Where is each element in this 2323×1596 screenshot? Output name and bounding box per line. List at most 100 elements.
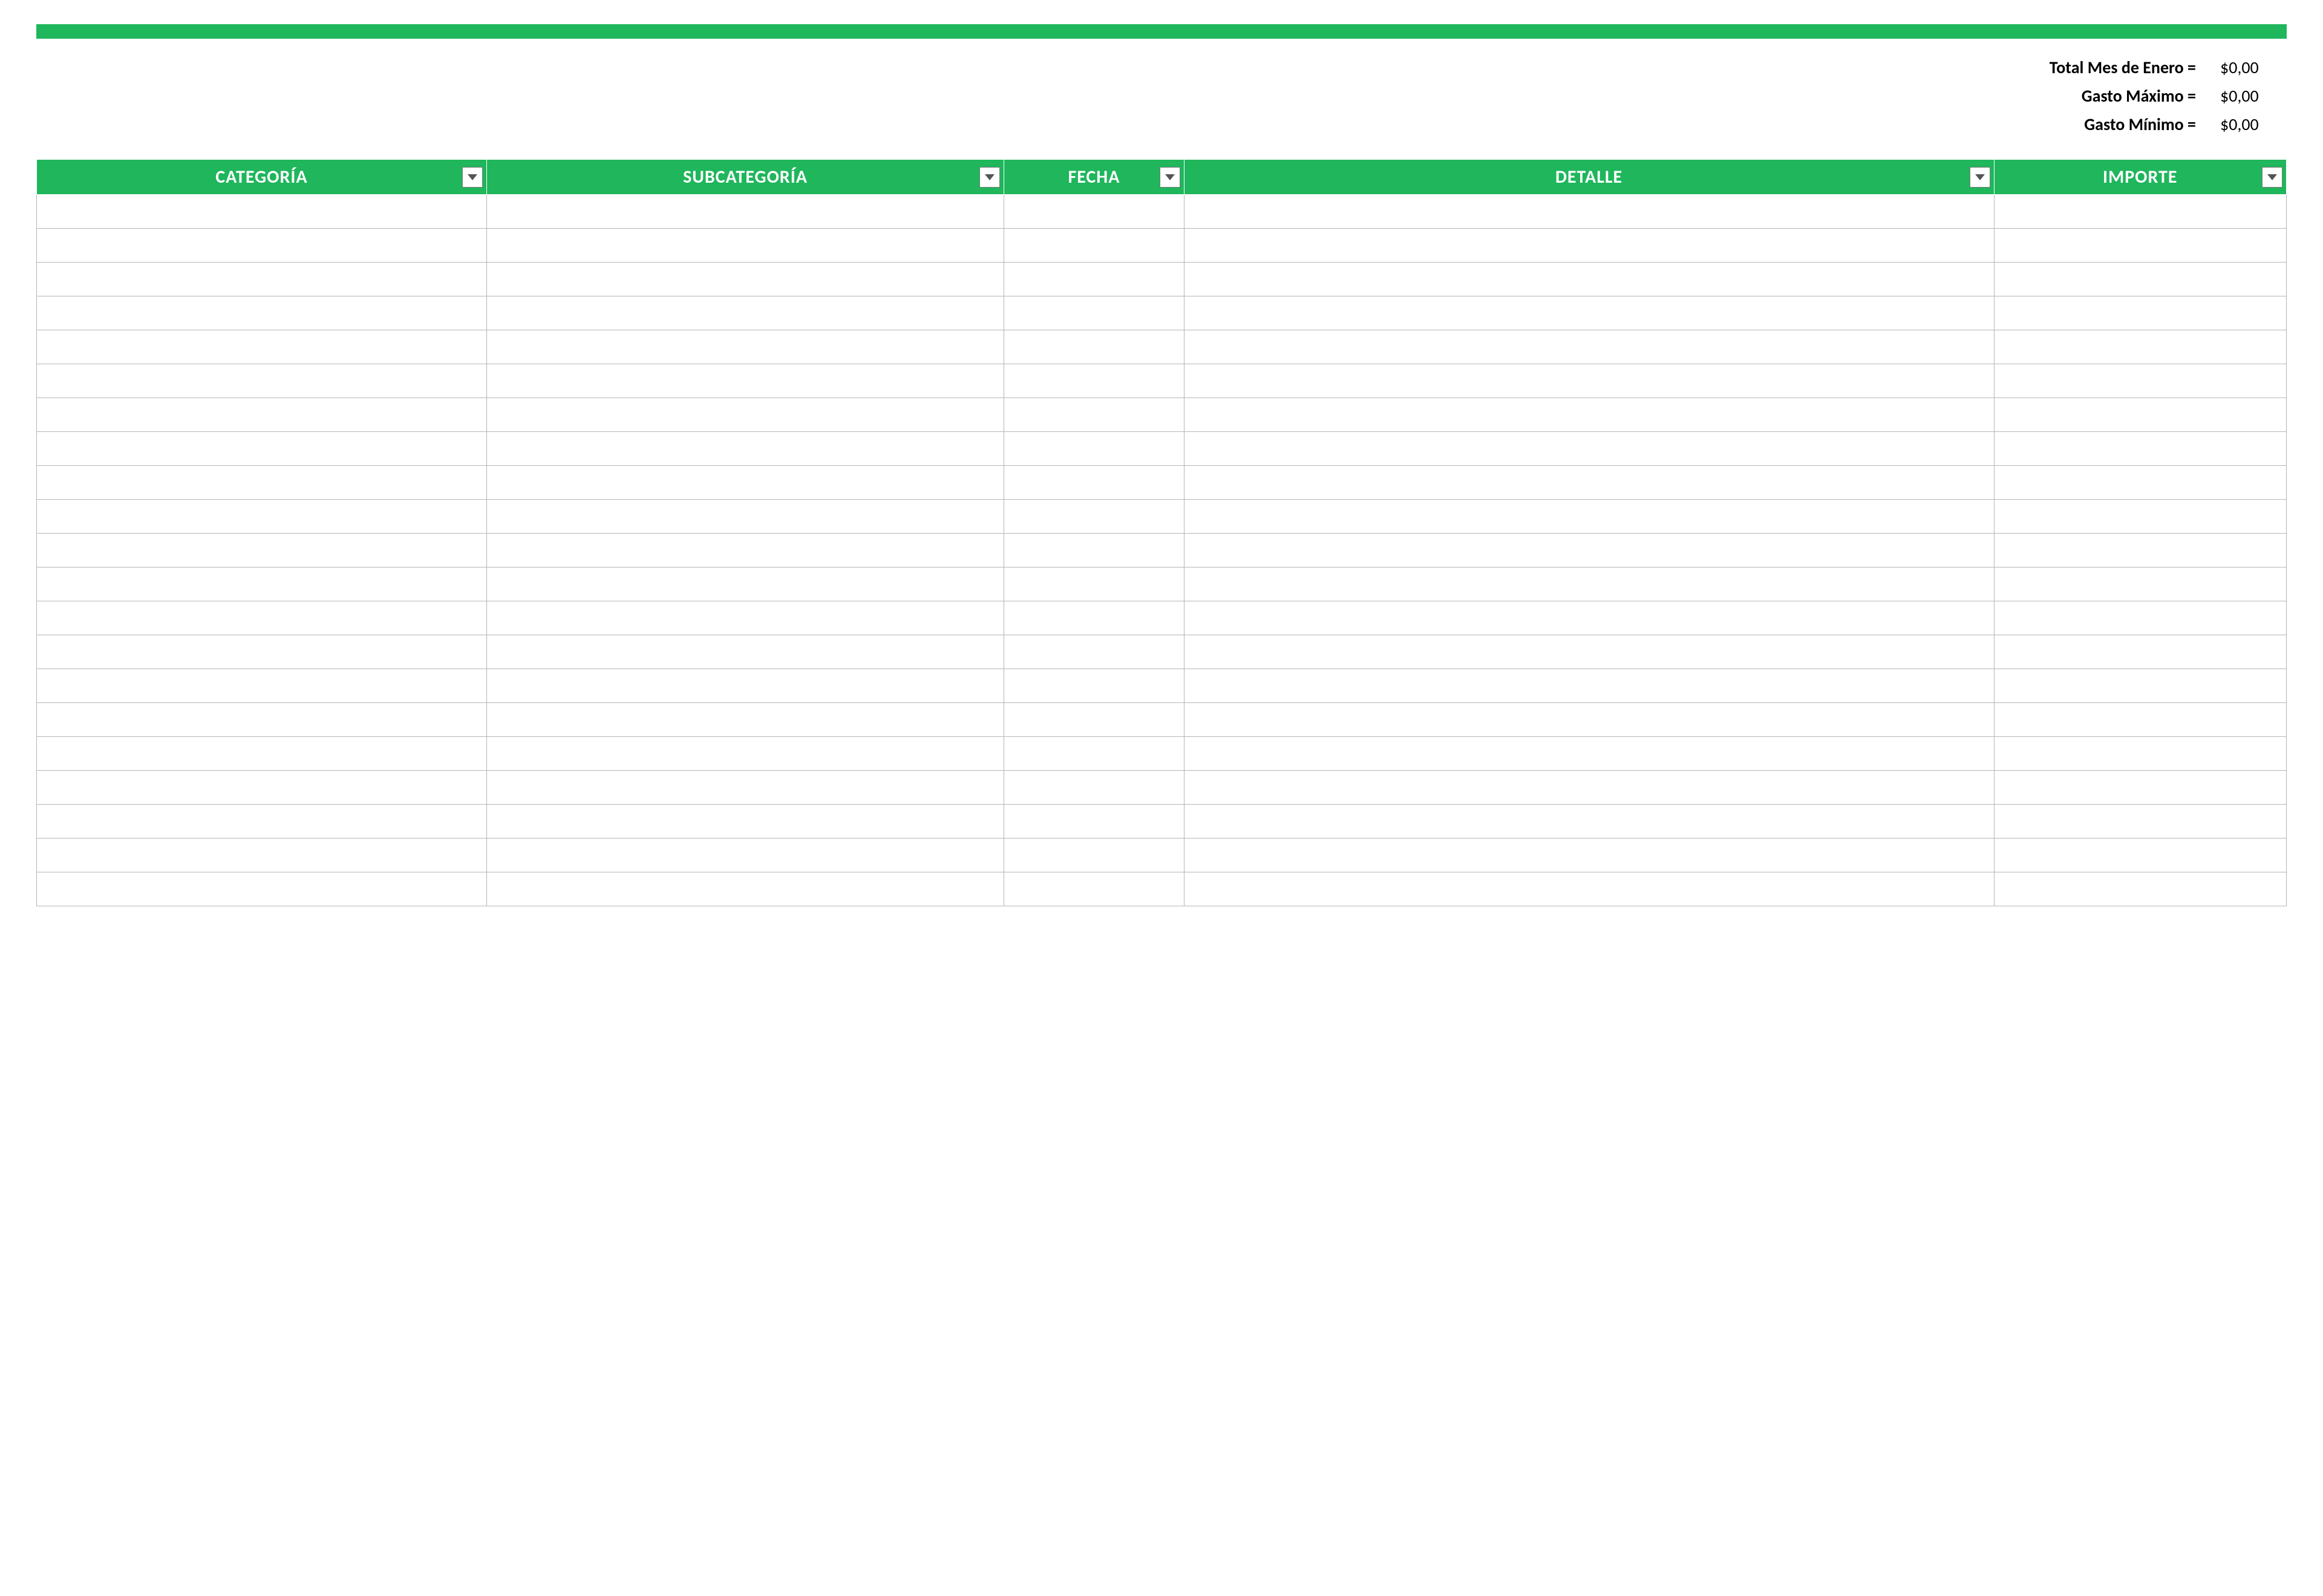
filter-button-importe[interactable]: [2262, 167, 2282, 188]
cell-detalle[interactable]: [1184, 296, 1994, 330]
cell-importe[interactable]: [1994, 805, 2287, 839]
cell-fecha[interactable]: [1004, 398, 1184, 432]
cell-subcategoria[interactable]: [486, 466, 1004, 500]
cell-detalle[interactable]: [1184, 805, 1994, 839]
cell-categoria[interactable]: [37, 805, 487, 839]
filter-button-detalle[interactable]: [1970, 167, 1990, 188]
cell-categoria[interactable]: [37, 263, 487, 296]
cell-subcategoria[interactable]: [486, 195, 1004, 229]
cell-subcategoria[interactable]: [486, 398, 1004, 432]
cell-fecha[interactable]: [1004, 466, 1184, 500]
filter-button-categoria[interactable]: [462, 167, 483, 188]
cell-fecha[interactable]: [1004, 330, 1184, 364]
cell-fecha[interactable]: [1004, 296, 1184, 330]
cell-fecha[interactable]: [1004, 703, 1184, 737]
cell-subcategoria[interactable]: [486, 296, 1004, 330]
cell-fecha[interactable]: [1004, 364, 1184, 398]
cell-importe[interactable]: [1994, 601, 2287, 635]
cell-detalle[interactable]: [1184, 398, 1994, 432]
cell-subcategoria[interactable]: [486, 805, 1004, 839]
cell-subcategoria[interactable]: [486, 601, 1004, 635]
cell-detalle[interactable]: [1184, 364, 1994, 398]
cell-subcategoria[interactable]: [486, 500, 1004, 534]
cell-categoria[interactable]: [37, 330, 487, 364]
cell-categoria[interactable]: [37, 432, 487, 466]
cell-detalle[interactable]: [1184, 567, 1994, 601]
cell-fecha[interactable]: [1004, 229, 1184, 263]
filter-button-subcategoria[interactable]: [979, 167, 1000, 188]
cell-fecha[interactable]: [1004, 737, 1184, 771]
cell-subcategoria[interactable]: [486, 669, 1004, 703]
cell-fecha[interactable]: [1004, 805, 1184, 839]
cell-subcategoria[interactable]: [486, 839, 1004, 872]
cell-categoria[interactable]: [37, 534, 487, 567]
cell-importe[interactable]: [1994, 839, 2287, 872]
cell-categoria[interactable]: [37, 771, 487, 805]
cell-fecha[interactable]: [1004, 534, 1184, 567]
cell-subcategoria[interactable]: [486, 534, 1004, 567]
cell-subcategoria[interactable]: [486, 872, 1004, 906]
cell-fecha[interactable]: [1004, 669, 1184, 703]
cell-subcategoria[interactable]: [486, 330, 1004, 364]
cell-importe[interactable]: [1994, 432, 2287, 466]
cell-subcategoria[interactable]: [486, 432, 1004, 466]
cell-categoria[interactable]: [37, 195, 487, 229]
cell-importe[interactable]: [1994, 567, 2287, 601]
cell-importe[interactable]: [1994, 398, 2287, 432]
cell-importe[interactable]: [1994, 466, 2287, 500]
cell-categoria[interactable]: [37, 296, 487, 330]
cell-detalle[interactable]: [1184, 500, 1994, 534]
cell-detalle[interactable]: [1184, 263, 1994, 296]
cell-importe[interactable]: [1994, 364, 2287, 398]
cell-importe[interactable]: [1994, 737, 2287, 771]
filter-button-fecha[interactable]: [1160, 167, 1180, 188]
cell-categoria[interactable]: [37, 398, 487, 432]
cell-categoria[interactable]: [37, 872, 487, 906]
cell-categoria[interactable]: [37, 839, 487, 872]
cell-detalle[interactable]: [1184, 839, 1994, 872]
cell-detalle[interactable]: [1184, 466, 1994, 500]
cell-detalle[interactable]: [1184, 330, 1994, 364]
cell-detalle[interactable]: [1184, 195, 1994, 229]
cell-importe[interactable]: [1994, 669, 2287, 703]
cell-subcategoria[interactable]: [486, 635, 1004, 669]
cell-importe[interactable]: [1994, 229, 2287, 263]
cell-fecha[interactable]: [1004, 601, 1184, 635]
cell-fecha[interactable]: [1004, 263, 1184, 296]
cell-categoria[interactable]: [37, 669, 487, 703]
cell-categoria[interactable]: [37, 601, 487, 635]
cell-fecha[interactable]: [1004, 839, 1184, 872]
cell-subcategoria[interactable]: [486, 263, 1004, 296]
cell-fecha[interactable]: [1004, 195, 1184, 229]
cell-detalle[interactable]: [1184, 669, 1994, 703]
cell-fecha[interactable]: [1004, 500, 1184, 534]
cell-subcategoria[interactable]: [486, 703, 1004, 737]
cell-categoria[interactable]: [37, 635, 487, 669]
cell-categoria[interactable]: [37, 737, 487, 771]
cell-importe[interactable]: [1994, 296, 2287, 330]
cell-importe[interactable]: [1994, 635, 2287, 669]
cell-fecha[interactable]: [1004, 872, 1184, 906]
cell-fecha[interactable]: [1004, 567, 1184, 601]
cell-detalle[interactable]: [1184, 432, 1994, 466]
cell-detalle[interactable]: [1184, 703, 1994, 737]
cell-fecha[interactable]: [1004, 432, 1184, 466]
cell-detalle[interactable]: [1184, 635, 1994, 669]
cell-detalle[interactable]: [1184, 534, 1994, 567]
cell-subcategoria[interactable]: [486, 364, 1004, 398]
cell-detalle[interactable]: [1184, 771, 1994, 805]
cell-subcategoria[interactable]: [486, 567, 1004, 601]
cell-subcategoria[interactable]: [486, 229, 1004, 263]
cell-categoria[interactable]: [37, 364, 487, 398]
cell-categoria[interactable]: [37, 500, 487, 534]
cell-importe[interactable]: [1994, 771, 2287, 805]
cell-importe[interactable]: [1994, 263, 2287, 296]
cell-importe[interactable]: [1994, 195, 2287, 229]
cell-importe[interactable]: [1994, 330, 2287, 364]
cell-importe[interactable]: [1994, 703, 2287, 737]
cell-categoria[interactable]: [37, 229, 487, 263]
cell-fecha[interactable]: [1004, 635, 1184, 669]
cell-categoria[interactable]: [37, 703, 487, 737]
cell-detalle[interactable]: [1184, 872, 1994, 906]
cell-importe[interactable]: [1994, 872, 2287, 906]
